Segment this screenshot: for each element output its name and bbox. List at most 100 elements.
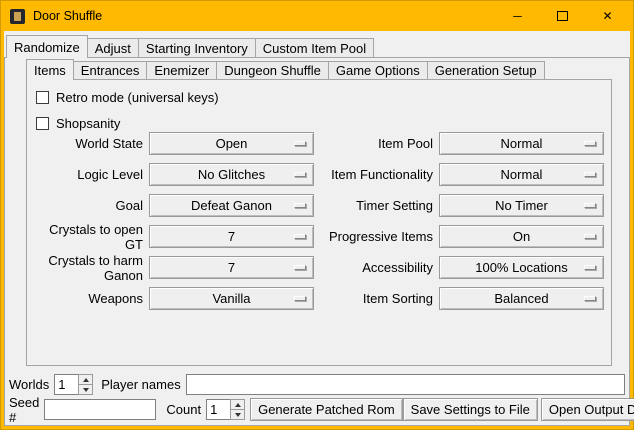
weapons-dropdown[interactable]: Vanilla — [149, 287, 314, 310]
close-icon: ✕ — [602, 10, 612, 22]
dropdown-value: Normal — [440, 133, 603, 154]
count-spin-up-icon[interactable] — [231, 400, 244, 409]
count-spin-down-icon[interactable] — [231, 409, 244, 419]
dropdown-indicator-icon — [294, 265, 306, 270]
tab-label: Adjust — [95, 41, 131, 56]
minimize-button[interactable]: ─ — [495, 1, 540, 31]
open-output-directory-button[interactable]: Open Output Directory — [541, 398, 634, 421]
goal-dropdown[interactable]: Defeat Ganon — [149, 194, 314, 217]
dropdown-indicator-icon — [584, 141, 596, 146]
item-sorting-dropdown[interactable]: Balanced — [439, 287, 604, 310]
player-names-input[interactable] — [186, 374, 625, 395]
player-names-label: Player names — [101, 377, 180, 392]
worlds-spin-up-icon[interactable] — [79, 375, 92, 384]
dropdown-indicator-icon — [294, 203, 306, 208]
retro-mode-checkbox[interactable] — [36, 91, 49, 104]
dropdown-value: Normal — [440, 164, 603, 185]
item-pool-dropdown[interactable]: Normal — [439, 132, 604, 155]
dropdown-value: Defeat Ganon — [150, 195, 313, 216]
dropdown-indicator-icon — [294, 172, 306, 177]
accessibility-dropdown[interactable]: 100% Locations — [439, 256, 604, 279]
dropdown-indicator-icon — [294, 141, 306, 146]
app-icon — [10, 9, 25, 24]
door-shuffle-window: Door Shuffle ─ ✕ Randomize Adjust Starti… — [0, 0, 634, 430]
item-pool-label: Item Pool — [314, 136, 433, 151]
worlds-row: Worlds Player names — [9, 373, 625, 396]
maximize-button[interactable] — [540, 1, 585, 31]
dropdown-value: Balanced — [440, 288, 603, 309]
dropdown-value: Vanilla — [150, 288, 313, 309]
generate-patched-rom-button[interactable]: Generate Patched Rom — [250, 398, 403, 421]
tab-entrances[interactable]: Entrances — [73, 61, 148, 79]
tab-game-options[interactable]: Game Options — [328, 61, 428, 79]
item-sorting-label: Item Sorting — [314, 291, 433, 306]
worlds-spinbox — [54, 374, 93, 395]
seed-label: Seed # — [9, 395, 39, 425]
dropdown-indicator-icon — [584, 203, 596, 208]
dropdown-indicator-icon — [584, 296, 596, 301]
tab-enemizer[interactable]: Enemizer — [146, 61, 217, 79]
crystals-ganon-dropdown[interactable]: 7 — [149, 256, 314, 279]
logic-level-dropdown[interactable]: No Glitches — [149, 163, 314, 186]
option-row: World State Open Item Pool Normal — [29, 128, 609, 159]
world-state-dropdown[interactable]: Open — [149, 132, 314, 155]
dropdown-value: 7 — [150, 226, 313, 247]
option-row: Weapons Vanilla Item Sorting Balanced — [29, 283, 609, 314]
accessibility-label: Accessibility — [314, 260, 433, 275]
tab-label: Game Options — [336, 63, 420, 78]
tab-label: Enemizer — [154, 63, 209, 78]
item-functionality-dropdown[interactable]: Normal — [439, 163, 604, 186]
weapons-label: Weapons — [29, 291, 143, 306]
tab-label: Randomize — [14, 40, 80, 55]
tab-dungeon-shuffle[interactable]: Dungeon Shuffle — [216, 61, 329, 79]
close-button[interactable]: ✕ — [585, 1, 630, 31]
window-title: Door Shuffle — [33, 9, 102, 23]
worlds-label: Worlds — [9, 377, 49, 392]
randomize-pane: Items Entrances Enemizer Dungeon Shuffle… — [4, 57, 630, 426]
dropdown-value: 7 — [150, 257, 313, 278]
tab-label: Generation Setup — [435, 63, 537, 78]
dropdown-value: No Glitches — [150, 164, 313, 185]
goal-label: Goal — [29, 198, 143, 213]
dropdown-value: No Timer — [440, 195, 603, 216]
seed-row: Seed # Count Generate Patched Rom Save S… — [9, 398, 625, 421]
tab-custom-item-pool[interactable]: Custom Item Pool — [255, 38, 374, 57]
tab-label: Starting Inventory — [146, 41, 248, 56]
tab-starting-inventory[interactable]: Starting Inventory — [138, 38, 256, 57]
option-row: Crystals to harm Ganon 7 Accessibility 1… — [29, 252, 609, 283]
crystals-gt-dropdown[interactable]: 7 — [149, 225, 314, 248]
tab-label: Entrances — [81, 63, 140, 78]
seed-input[interactable] — [44, 399, 156, 420]
option-rows: World State Open Item Pool Normal Logic … — [29, 128, 609, 314]
save-settings-button[interactable]: Save Settings to File — [403, 398, 538, 421]
option-row: Crystals to open GT 7 Progressive Items … — [29, 221, 609, 252]
count-label: Count — [166, 402, 201, 417]
crystals-ganon-label: Crystals to harm Ganon — [29, 253, 143, 283]
titlebar: Door Shuffle ─ ✕ — [4, 1, 630, 31]
tab-label: Items — [34, 63, 66, 78]
option-row: Goal Defeat Ganon Timer Setting No Timer — [29, 190, 609, 221]
dropdown-value: Open — [150, 133, 313, 154]
maximize-icon — [557, 11, 568, 21]
worlds-spin-down-icon[interactable] — [79, 384, 92, 394]
dropdown-indicator-icon — [584, 234, 596, 239]
option-row: Logic Level No Glitches Item Functionali… — [29, 159, 609, 190]
tab-randomize[interactable]: Randomize — [6, 35, 88, 58]
worlds-input[interactable] — [54, 374, 78, 395]
retro-mode-row: Retro mode (universal keys) — [36, 90, 219, 105]
tab-label: Custom Item Pool — [263, 41, 366, 56]
dropdown-indicator-icon — [584, 265, 596, 270]
tab-generation-setup[interactable]: Generation Setup — [427, 61, 545, 79]
worlds-spin-arrows — [78, 374, 93, 395]
tab-label: Dungeon Shuffle — [224, 63, 321, 78]
count-input[interactable] — [206, 399, 230, 420]
crystals-gt-label: Crystals to open GT — [29, 222, 143, 252]
minimize-icon: ─ — [513, 10, 522, 22]
button-label: Open Output Directory — [549, 402, 634, 417]
tab-adjust[interactable]: Adjust — [87, 38, 139, 57]
tab-items[interactable]: Items — [26, 59, 74, 80]
progressive-items-dropdown[interactable]: On — [439, 225, 604, 248]
timer-setting-dropdown[interactable]: No Timer — [439, 194, 604, 217]
retro-mode-label: Retro mode (universal keys) — [56, 90, 219, 105]
dropdown-indicator-icon — [294, 234, 306, 239]
